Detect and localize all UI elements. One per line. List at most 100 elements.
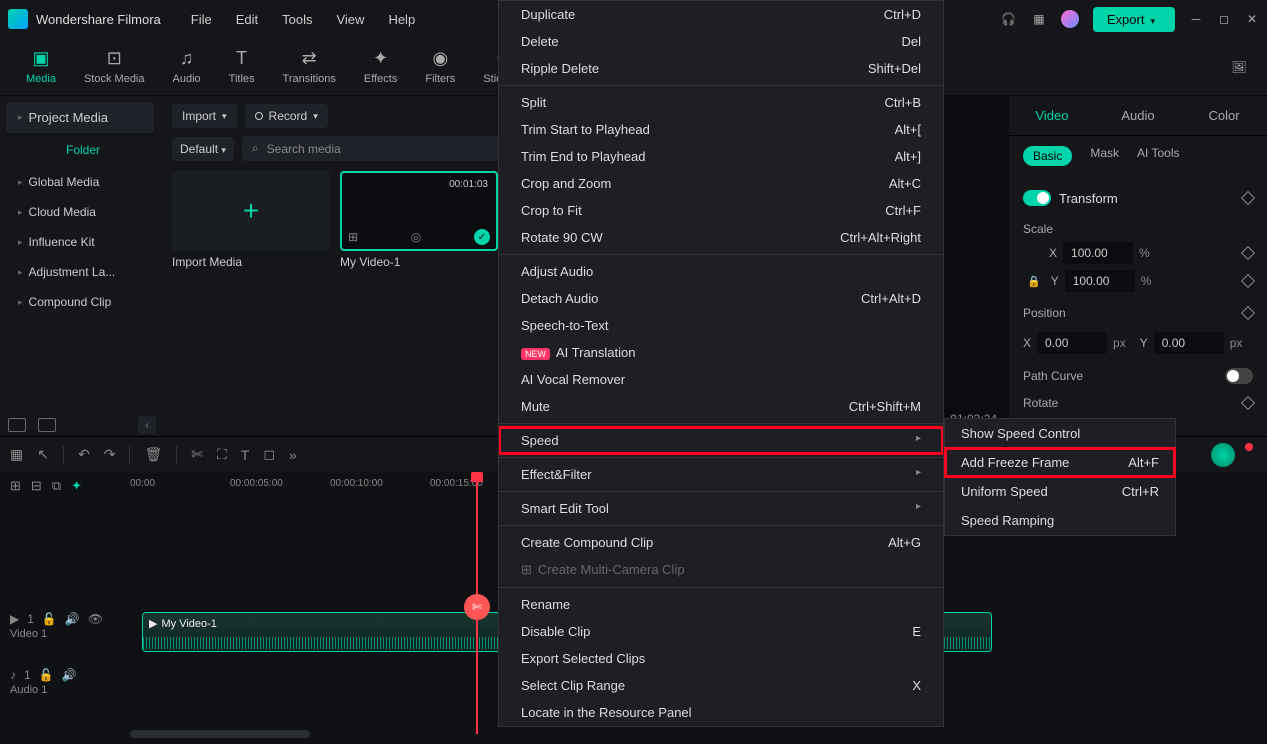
cm-speed[interactable]: Speed bbox=[499, 427, 943, 454]
import-button[interactable]: Import ▾ bbox=[172, 104, 237, 128]
export-button[interactable]: Export bbox=[1093, 7, 1175, 32]
tab-effects[interactable]: ✦Effects bbox=[350, 48, 411, 85]
image-icon[interactable]: 🖼 bbox=[1231, 59, 1247, 75]
ai-icon[interactable] bbox=[1211, 443, 1235, 467]
sidebar-global-media[interactable]: Global Media bbox=[6, 167, 154, 197]
cm-mute[interactable]: MuteCtrl+Shift+M bbox=[499, 393, 943, 420]
playhead[interactable]: ✄ bbox=[476, 474, 478, 734]
cm-ai-translation[interactable]: NEWAI Translation bbox=[499, 339, 943, 366]
tab-stock-media[interactable]: ⊡Stock Media bbox=[70, 48, 159, 85]
cm-ripple-delete[interactable]: Ripple DeleteShift+Del bbox=[499, 55, 943, 82]
crop-icon[interactable]: ⛶ bbox=[217, 446, 227, 463]
tab-media[interactable]: ▣Media bbox=[12, 48, 70, 85]
delete-icon[interactable]: 🗑 bbox=[144, 446, 162, 463]
pos-y-input[interactable]: 0.00 bbox=[1154, 332, 1224, 354]
cm-delete[interactable]: DeleteDel bbox=[499, 28, 943, 55]
menu-view[interactable]: View bbox=[336, 12, 364, 27]
cm-disable[interactable]: Disable ClipE bbox=[499, 618, 943, 645]
scale-y-keyframe[interactable] bbox=[1241, 274, 1255, 288]
playhead-cut-icon[interactable]: ✄ bbox=[464, 594, 490, 620]
cm-rotate90[interactable]: Rotate 90 CWCtrl+Alt+Right bbox=[499, 224, 943, 251]
lock-icon[interactable]: 🔒 bbox=[1027, 275, 1041, 288]
pos-x-input[interactable]: 0.00 bbox=[1037, 332, 1107, 354]
tl-icon1[interactable]: ⊞ bbox=[10, 478, 21, 494]
path-curve-toggle[interactable] bbox=[1225, 368, 1253, 384]
cm-export-selected[interactable]: Export Selected Clips bbox=[499, 645, 943, 672]
profile-icon[interactable] bbox=[1061, 10, 1079, 28]
tab-audio[interactable]: ♫Audio bbox=[159, 48, 215, 85]
cm-split[interactable]: SplitCtrl+B bbox=[499, 89, 943, 116]
cm-duplicate[interactable]: DuplicateCtrl+D bbox=[499, 1, 943, 28]
cm-select-range[interactable]: Select Clip RangeX bbox=[499, 672, 943, 699]
scale-x-input[interactable]: 100.00 bbox=[1063, 242, 1133, 264]
props-tab-audio[interactable]: Audio bbox=[1095, 96, 1181, 135]
lock-track-icon[interactable]: 🔓 bbox=[42, 612, 57, 626]
sidebar-compound-clip[interactable]: Compound Clip bbox=[6, 287, 154, 317]
rotate-keyframe[interactable] bbox=[1241, 396, 1255, 410]
cm-locate[interactable]: Locate in the Resource Panel bbox=[499, 699, 943, 726]
tab-transitions[interactable]: ⇄Transitions bbox=[269, 48, 350, 85]
import-media-tile[interactable]: + bbox=[172, 171, 330, 251]
cm-crop-fit[interactable]: Crop to FitCtrl+F bbox=[499, 197, 943, 224]
cm-compound[interactable]: Create Compound ClipAlt+G bbox=[499, 529, 943, 556]
cm-trim-start[interactable]: Trim Start to PlayheadAlt+[ bbox=[499, 116, 943, 143]
text-icon[interactable]: T bbox=[241, 447, 250, 463]
sort-default[interactable]: Default ▾ bbox=[172, 137, 234, 161]
timeline-scrollbar[interactable] bbox=[130, 730, 310, 738]
sm-uniform-speed[interactable]: Uniform SpeedCtrl+R bbox=[945, 477, 1175, 506]
sidebar-adjustment-layer[interactable]: Adjustment La... bbox=[6, 257, 154, 287]
cm-effect-filter[interactable]: Effect&Filter bbox=[499, 461, 943, 488]
apps-icon[interactable]: ▦ bbox=[1031, 11, 1047, 27]
sm-freeze-frame[interactable]: Add Freeze FrameAlt+F bbox=[945, 448, 1175, 477]
pointer-icon[interactable]: ↖ bbox=[37, 446, 49, 463]
tl-icon3[interactable]: ⧉ bbox=[52, 478, 61, 494]
undo-icon[interactable]: ↶ bbox=[78, 446, 90, 463]
cm-detach-audio[interactable]: Detach AudioCtrl+Alt+D bbox=[499, 285, 943, 312]
sidebar-project-media[interactable]: Project Media bbox=[6, 102, 154, 133]
cm-smart-edit[interactable]: Smart Edit Tool bbox=[499, 495, 943, 522]
maximize-icon[interactable]: ◻ bbox=[1217, 12, 1231, 26]
transform-keyframe-icon[interactable] bbox=[1241, 191, 1255, 205]
transform-toggle[interactable] bbox=[1023, 190, 1051, 206]
menu-help[interactable]: Help bbox=[388, 12, 415, 27]
cut-icon[interactable]: ✄ bbox=[191, 446, 203, 463]
menu-edit[interactable]: Edit bbox=[236, 12, 258, 27]
menu-file[interactable]: File bbox=[191, 12, 212, 27]
headphones-icon[interactable]: 🎧 bbox=[1001, 11, 1017, 27]
cm-rename[interactable]: Rename bbox=[499, 591, 943, 618]
props-tab-video[interactable]: Video bbox=[1009, 96, 1095, 135]
sm-show-control[interactable]: Show Speed Control bbox=[945, 419, 1175, 448]
sidebar-influence-kit[interactable]: Influence Kit bbox=[6, 227, 154, 257]
frame-icon[interactable]: ◻ bbox=[263, 446, 275, 463]
mute-audio-icon[interactable]: 🔊 bbox=[62, 668, 77, 682]
lock-audio-icon[interactable]: 🔓 bbox=[39, 668, 54, 682]
tab-filters[interactable]: ◉Filters bbox=[411, 48, 469, 85]
minimize-icon[interactable]: ─ bbox=[1189, 12, 1203, 26]
subtab-aitools[interactable]: AI Tools bbox=[1137, 146, 1179, 166]
new-bin-icon[interactable] bbox=[38, 418, 56, 432]
layout-icon[interactable]: ▦ bbox=[10, 446, 23, 463]
record-button[interactable]: Record ▾ bbox=[245, 104, 328, 128]
mute-track-icon[interactable]: 🔊 bbox=[65, 612, 80, 626]
collapse-sidebar-icon[interactable]: ‹ bbox=[138, 416, 156, 434]
props-tab-color[interactable]: Color bbox=[1181, 96, 1267, 135]
tab-titles[interactable]: TTitles bbox=[215, 48, 269, 85]
sidebar-cloud-media[interactable]: Cloud Media bbox=[6, 197, 154, 227]
more-icon[interactable]: » bbox=[289, 447, 297, 463]
eye-icon[interactable]: 👁 bbox=[88, 612, 103, 626]
position-keyframe[interactable] bbox=[1241, 306, 1255, 320]
cm-crop-zoom[interactable]: Crop and ZoomAlt+C bbox=[499, 170, 943, 197]
cm-speech-text[interactable]: Speech-to-Text bbox=[499, 312, 943, 339]
scale-y-input[interactable]: 100.00 bbox=[1065, 270, 1135, 292]
menu-tools[interactable]: Tools bbox=[282, 12, 312, 27]
cm-trim-end[interactable]: Trim End to PlayheadAlt+] bbox=[499, 143, 943, 170]
subtab-basic[interactable]: Basic bbox=[1023, 146, 1072, 166]
scale-x-keyframe[interactable] bbox=[1241, 246, 1255, 260]
tl-icon2[interactable]: ⊟ bbox=[31, 478, 42, 494]
redo-icon[interactable]: ↷ bbox=[104, 446, 116, 463]
close-icon[interactable]: ✕ bbox=[1245, 12, 1259, 26]
subtab-mask[interactable]: Mask bbox=[1090, 146, 1119, 166]
cm-ai-vocal[interactable]: AI Vocal Remover bbox=[499, 366, 943, 393]
sidebar-folder[interactable]: Folder bbox=[6, 133, 154, 167]
sm-speed-ramping[interactable]: Speed Ramping bbox=[945, 506, 1175, 535]
